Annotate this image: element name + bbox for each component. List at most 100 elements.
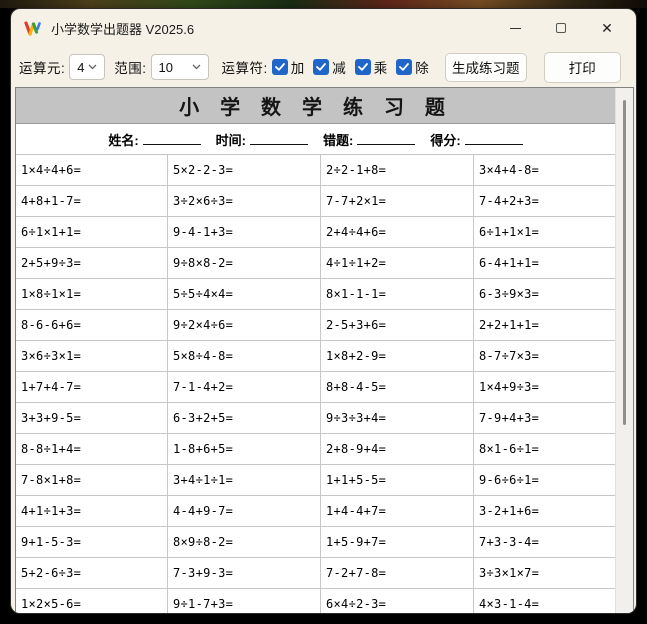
problem-cell: 3×4+4-8= [474,155,615,186]
problem-cell: 9+1-5-3= [16,527,168,558]
problem-cell: 7-3+9-3= [168,558,321,589]
problem-cell: 2+5+9÷3= [16,248,168,279]
operator-checkbox-item[interactable]: 加 [272,57,305,77]
problem-cell: 8+8-4-5= [321,372,474,403]
problem-cell: 3+3+9-5= [16,403,168,434]
close-button[interactable]: ✕ [584,9,630,47]
worksheet-field: 错题: [323,130,430,149]
problems-grid: 1×4÷4+6=5×2-2-3=2÷2-1+8=3×4+4-8=4+8+1-7=… [16,154,615,614]
desktop-background: 小学数学出题器 V2025.6 ✕ 运算元: 4 范 [0,0,647,624]
problem-cell: 9÷3÷3+4= [321,403,474,434]
operator-checkbox-item[interactable]: 除 [396,57,429,77]
problem-cell: 7-9+4+3= [474,403,615,434]
problem-cell: 8×1-1-1= [321,279,474,310]
operand-select[interactable]: 4 [69,54,105,80]
titlebar: 小学数学出题器 V2025.6 ✕ [11,9,636,47]
close-icon: ✕ [601,20,613,37]
scrollbar-thumb[interactable] [623,100,626,425]
problem-cell: 6-3+2+5= [168,403,321,434]
checkbox-checked-icon[interactable] [272,59,288,75]
worksheet-field-label: 姓名: [108,133,138,148]
print-button[interactable]: 打印 [544,52,621,83]
problem-cell: 1+4-4+7= [321,496,474,527]
worksheet-field: 姓名: [108,130,215,149]
operator-label: 减 [332,57,346,77]
worksheet-fields: 姓名: 时间: 错题: 得分: [16,124,615,154]
chevron-down-icon [88,64,97,70]
toolbar: 运算元: 4 范围: 10 运算符: 加 减 乘 除 生成练习题 打印 [11,47,636,87]
problem-cell: 7-1-4+2= [168,372,321,403]
chevron-down-icon [192,64,201,70]
checkbox-checked-icon[interactable] [396,59,412,75]
problem-cell: 1×2×5-6= [16,589,168,614]
problem-cell: 1+1+5-5= [321,465,474,496]
problem-cell: 4+1÷1+3= [16,496,168,527]
worksheet-field-blank [143,132,201,145]
problem-cell: 4×3-1-4= [474,589,615,614]
range-select[interactable]: 10 [151,54,209,80]
problem-cell: 3-2+1+6= [474,496,615,527]
problem-cell: 7-8×1+8= [16,465,168,496]
problem-cell: 3+4÷1÷1= [168,465,321,496]
operator-label: 乘 [374,57,388,77]
operator-checkbox-item[interactable]: 减 [313,57,346,77]
problem-cell: 2+8-9+4= [321,434,474,465]
range-value: 10 [159,60,173,75]
problem-cell: 7+3-3-4= [474,527,615,558]
worksheet-field-blank [250,132,308,145]
range-label: 范围: [114,57,146,77]
problem-cell: 6-3÷9×3= [474,279,615,310]
worksheet-field-label: 时间: [216,133,246,148]
window-title: 小学数学出题器 V2025.6 [51,19,194,38]
checkbox-checked-icon[interactable] [355,59,371,75]
vertical-scrollbar[interactable] [615,88,633,614]
problem-cell: 6×4÷2-3= [321,589,474,614]
operator-label: 除 [415,57,429,77]
problem-cell: 1-8+6+5= [168,434,321,465]
minimize-button[interactable] [492,9,538,47]
problem-cell: 2-5+3+6= [321,310,474,341]
generate-button[interactable]: 生成练习题 [445,53,527,82]
problem-cell: 2+4÷4+6= [321,217,474,248]
problem-cell: 4+8+1-7= [16,186,168,217]
problem-cell: 2÷2-1+8= [321,155,474,186]
window-controls: ✕ [492,9,636,47]
wallpaper-strip [0,0,647,8]
problem-cell: 8-6-6+6= [16,310,168,341]
operand-label: 运算元: [19,57,65,77]
problem-cell: 3×6÷3×1= [16,341,168,372]
problem-cell: 9÷8×8-2= [168,248,321,279]
problem-cell: 1×4+9÷3= [474,372,615,403]
app-window: 小学数学出题器 V2025.6 ✕ 运算元: 4 范 [10,8,637,614]
operator-label: 加 [291,57,305,77]
problem-cell: 7-7+2×1= [321,186,474,217]
worksheet-field-label: 错题: [323,133,353,148]
worksheet-field: 时间: [216,130,323,149]
problem-cell: 9-4-1+3= [168,217,321,248]
worksheet-field-label: 得分: [430,133,460,148]
minimize-icon [510,28,521,29]
problem-cell: 9÷1-7+3= [168,589,321,614]
problem-cell: 1+5-9+7= [321,527,474,558]
problem-cell: 8-8÷1+4= [16,434,168,465]
operand-value: 4 [77,60,84,75]
problem-cell: 5+2-6÷3= [16,558,168,589]
problem-cell: 1+7+4-7= [16,372,168,403]
worksheet: 小 学 数 学 练 习 题 姓名:时间:错题:得分: 1×4÷4+6=5×2-2… [16,88,615,614]
problem-cell: 8-7÷7×3= [474,341,615,372]
checkbox-checked-icon[interactable] [313,59,329,75]
operators-group: 加减乘除 [272,57,438,77]
problem-cell: 3÷2×6÷3= [168,186,321,217]
operators-label: 运算符: [222,57,268,77]
problem-cell: 8×9÷8-2= [168,527,321,558]
problem-cell: 9-6÷6÷1= [474,465,615,496]
problem-cell: 4-4+9-7= [168,496,321,527]
maximize-button[interactable] [538,9,584,47]
operator-checkbox-item[interactable]: 乘 [355,57,388,77]
problem-cell: 1×4÷4+6= [16,155,168,186]
worksheet-panel: 小 学 数 学 练 习 题 姓名:时间:错题:得分: 1×4÷4+6=5×2-2… [15,87,634,614]
problem-cell: 1×8+2-9= [321,341,474,372]
problem-cell: 6-4+1+1= [474,248,615,279]
problem-cell: 1×8÷1×1= [16,279,168,310]
problem-cell: 7-4+2+3= [474,186,615,217]
